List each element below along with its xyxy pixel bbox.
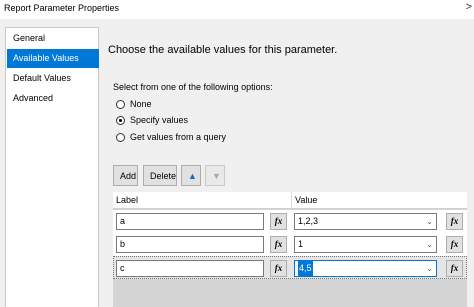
move-up-button[interactable]: ▲ [181,165,201,186]
fx-expression-button[interactable]: fx [270,236,287,253]
radio-button[interactable] [116,99,125,109]
move-down-button[interactable]: ▼ [205,165,225,186]
delete-button[interactable]: Delete [143,165,177,186]
table-row-selected[interactable]: c fx 4,5 ⌄ fx [113,256,467,279]
arrow-down-icon: ▼ [212,171,221,181]
sidebar: General Available Values Default Values … [5,27,99,307]
column-divider [291,192,292,209]
value-text: 4,5 [298,261,313,276]
grid-header: Label Value [113,192,467,209]
fx-expression-button[interactable]: fx [446,213,463,230]
radio-label: Get values from a query [130,132,227,142]
value-text: 1 [298,239,304,249]
table-row[interactable]: a fx 1,2,3 ⌄ fx [113,210,467,233]
values-grid: Label Value a fx 1,2,3 ⌄ fx b fx 1 ⌄ fx … [113,192,467,307]
title-bar: Report Parameter Properties > [0,0,474,19]
column-header-label: Label [116,195,139,205]
main-panel: Choose the available values for this par… [105,27,474,307]
value-combo[interactable]: 1 ⌄ [294,236,437,253]
chevron-down-icon: ⌄ [426,240,433,249]
value-text: 1,2,3 [298,216,319,226]
value-combo[interactable]: 4,5 ⌄ [294,260,437,277]
options-label: Select from one of the following options… [113,82,273,92]
label-input[interactable]: b [116,236,264,253]
window-title: Report Parameter Properties [4,3,120,13]
add-button[interactable]: Add [113,165,138,186]
column-header-value: Value [295,195,318,205]
radio-none[interactable]: None [116,97,152,111]
radio-label: None [130,99,152,109]
sidebar-item-advanced[interactable]: Advanced [7,89,99,108]
close-icon[interactable]: > [466,1,472,13]
table-row[interactable]: b fx 1 ⌄ fx [113,233,467,256]
fx-expression-button[interactable]: fx [446,260,463,277]
fx-expression-button[interactable]: fx [270,213,287,230]
value-combo[interactable]: 1,2,3 ⌄ [294,213,437,230]
sidebar-item-general[interactable]: General [7,29,99,48]
page-heading: Choose the available values for this par… [108,44,338,56]
label-input[interactable]: a [116,213,264,230]
fx-expression-button[interactable]: fx [270,260,287,277]
radio-label: Specify values [130,115,189,125]
radio-button[interactable] [116,132,125,142]
sidebar-item-default-values[interactable]: Default Values [7,69,99,88]
chevron-down-icon: ⌄ [426,264,433,273]
radio-get-values-from-query[interactable]: Get values from a query [116,130,226,144]
label-input[interactable]: c [116,260,264,277]
radio-specify-values[interactable]: Specify values [116,113,188,127]
fx-expression-button[interactable]: fx [446,236,463,253]
chevron-down-icon: ⌄ [426,217,433,226]
sidebar-item-available-values[interactable]: Available Values [7,49,99,68]
radio-button[interactable] [116,115,125,125]
arrow-up-icon: ▲ [188,171,197,181]
